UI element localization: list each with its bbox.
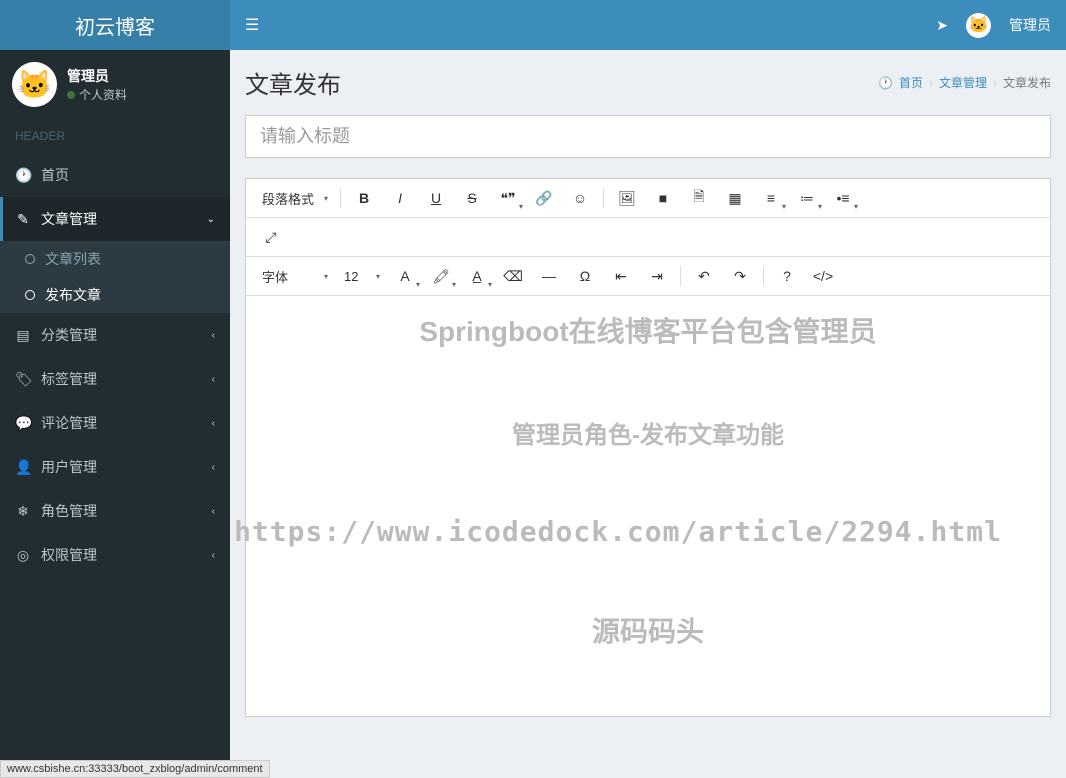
unordered-list-button[interactable]: •≡ <box>826 183 860 213</box>
sidebar-item-comment[interactable]: 💬 评论管理 ‹ <box>0 401 230 445</box>
indent-button[interactable]: ⇤ <box>604 261 638 291</box>
book-icon: ▤ <box>15 327 31 344</box>
dashboard-icon: 🕐 <box>878 76 893 90</box>
paragraph-format-select[interactable]: 段落格式 <box>254 183 334 213</box>
breadcrumb-home[interactable]: 首页 <box>899 74 923 91</box>
target-icon: ◎ <box>15 547 31 564</box>
editor-toolbar-row1: 段落格式 B I U S ❝❞ 🔗 ☺ 🖼 ■ 🗎 ▦ ≡ ≔ •≡ <box>246 179 1050 218</box>
location-icon[interactable]: ➤ <box>936 17 948 34</box>
status-bar: www.csbishe.cn:33333/boot_zxblog/admin/c… <box>0 760 270 778</box>
special-char-button[interactable]: Ω <box>568 261 602 291</box>
font-color-button[interactable]: A <box>388 261 422 291</box>
quote-button[interactable]: ❝❞ <box>491 183 525 213</box>
chevron-down-icon: ⌄ <box>207 214 215 225</box>
editor-body[interactable] <box>246 296 1050 716</box>
breadcrumb-current: 文章发布 <box>1003 74 1051 91</box>
user-label[interactable]: 管理员 <box>1009 15 1051 35</box>
user-status[interactable]: 个人资料 <box>67 86 127 103</box>
bold-button[interactable]: B <box>347 183 381 213</box>
sidebar-item-article[interactable]: ✎ 文章管理 ⌄ <box>0 197 230 241</box>
file-button[interactable]: 🗎 <box>682 183 716 213</box>
sidebar-item-tag[interactable]: 🏷 标签管理 ‹ <box>0 357 230 401</box>
status-dot-icon <box>67 91 75 99</box>
comment-icon: 💬 <box>15 415 31 432</box>
italic-button[interactable]: I <box>383 183 417 213</box>
font-size-select[interactable]: 12 <box>336 261 386 291</box>
title-input[interactable] <box>245 115 1051 158</box>
link-button[interactable]: 🔗 <box>527 183 561 213</box>
ordered-list-button[interactable]: ≔ <box>790 183 824 213</box>
circle-icon <box>25 290 35 300</box>
breadcrumb-sep: › <box>929 76 933 90</box>
video-button[interactable]: ■ <box>646 183 680 213</box>
page-title: 文章发布 <box>245 65 341 100</box>
chevron-left-icon: ‹ <box>212 462 215 473</box>
sidebar-item-role[interactable]: ❄ 角色管理 ‹ <box>0 489 230 533</box>
editor-toolbar-row2: 字体 12 A 🖍 A̲ ⌫ — Ω ⇤ ⇥ ↶ ↷ ? </> <box>246 257 1050 296</box>
strikethrough-button[interactable]: S <box>455 183 489 213</box>
undo-button[interactable]: ↶ <box>687 261 721 291</box>
top-header: 初云博客 ☰ ➤ 🐱 管理员 <box>0 0 1066 50</box>
sidebar-section-header: HEADER <box>0 119 230 153</box>
clear-format-button[interactable]: ⌫ <box>496 261 530 291</box>
breadcrumb: 🕐 首页 › 文章管理 › 文章发布 <box>878 74 1051 91</box>
user-panel: 🐱 管理员 个人资料 <box>0 50 230 119</box>
table-button[interactable]: ▦ <box>718 183 752 213</box>
chevron-left-icon: ‹ <box>212 550 215 561</box>
breadcrumb-sep: › <box>993 76 997 90</box>
sidebar-item-home[interactable]: 🕐 首页 <box>0 153 230 197</box>
app-logo[interactable]: 初云博客 <box>0 0 230 50</box>
editor-toolbar-row1b: ⤢ <box>246 218 1050 257</box>
chevron-left-icon: ‹ <box>212 374 215 385</box>
content-header: 文章发布 🕐 首页 › 文章管理 › 文章发布 <box>230 50 1066 115</box>
content-body: 段落格式 B I U S ❝❞ 🔗 ☺ 🖼 ■ 🗎 ▦ ≡ ≔ •≡ ⤢ <box>230 115 1066 732</box>
sidebar-item-permission[interactable]: ◎ 权限管理 ‹ <box>0 533 230 577</box>
breadcrumb-mid[interactable]: 文章管理 <box>939 74 987 91</box>
inline-style-button[interactable]: A̲ <box>460 261 494 291</box>
help-button[interactable]: ? <box>770 261 804 291</box>
align-button[interactable]: ≡ <box>754 183 788 213</box>
snowflake-icon: ❄ <box>15 503 31 520</box>
rich-editor: 段落格式 B I U S ❝❞ 🔗 ☺ 🖼 ■ 🗎 ▦ ≡ ≔ •≡ ⤢ <box>245 178 1051 717</box>
chevron-left-icon: ‹ <box>212 506 215 517</box>
top-nav: ☰ ➤ 🐱 管理员 <box>230 13 1066 38</box>
tag-icon: 🏷 <box>15 371 31 388</box>
code-view-button[interactable]: </> <box>806 261 840 291</box>
image-button[interactable]: 🖼 <box>610 183 644 213</box>
chevron-left-icon: ‹ <box>212 418 215 429</box>
emoji-button[interactable]: ☺ <box>563 183 597 213</box>
submenu-article-list[interactable]: 文章列表 <box>0 241 230 277</box>
fullscreen-button[interactable]: ⤢ <box>254 222 288 252</box>
edit-icon: ✎ <box>15 211 31 228</box>
circle-icon <box>25 254 35 264</box>
user-icon: 👤 <box>15 459 31 476</box>
chevron-left-icon: ‹ <box>212 330 215 341</box>
outdent-button[interactable]: ⇥ <box>640 261 674 291</box>
sidebar-toggle-icon[interactable]: ☰ <box>245 15 259 35</box>
avatar-icon[interactable]: 🐱 <box>966 13 991 38</box>
sidebar: 🐱 管理员 个人资料 HEADER 🕐 首页 ✎ 文章管理 ⌄ 文章列表 发布文… <box>0 50 230 778</box>
user-info: 管理员 个人资料 <box>67 66 127 103</box>
underline-button[interactable]: U <box>419 183 453 213</box>
content-wrapper: 文章发布 🕐 首页 › 文章管理 › 文章发布 段落格式 B I U S ❝❞ … <box>230 50 1066 778</box>
font-family-select[interactable]: 字体 <box>254 261 334 291</box>
top-right: ➤ 🐱 管理员 <box>936 13 1051 38</box>
submenu-article: 文章列表 发布文章 <box>0 241 230 313</box>
hr-button[interactable]: — <box>532 261 566 291</box>
sidebar-item-category[interactable]: ▤ 分类管理 ‹ <box>0 313 230 357</box>
avatar-large[interactable]: 🐱 <box>12 62 57 107</box>
bg-color-button[interactable]: 🖍 <box>424 261 458 291</box>
user-name: 管理员 <box>67 66 127 86</box>
submenu-article-publish[interactable]: 发布文章 <box>0 277 230 313</box>
redo-button[interactable]: ↷ <box>723 261 757 291</box>
sidebar-item-user[interactable]: 👤 用户管理 ‹ <box>0 445 230 489</box>
dashboard-icon: 🕐 <box>15 167 31 184</box>
